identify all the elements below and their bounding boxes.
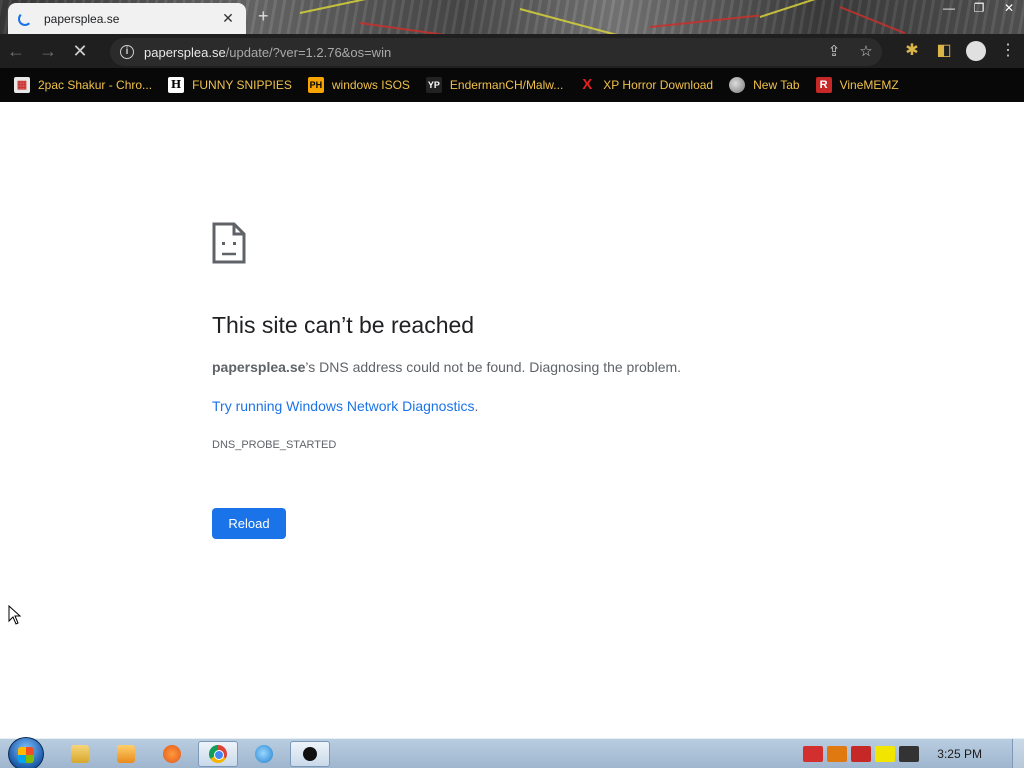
error-code: DNS_PROBE_STARTED <box>212 439 337 451</box>
bookmark-item[interactable]: R VineMEMZ <box>815 77 899 93</box>
bookmarks-bar: ▦ 2pac Shakur - Chro... H FUNNY SNIPPIES… <box>0 68 1024 102</box>
url-path: /update/?ver=1.2.76&os=win <box>225 44 392 60</box>
bookmark-label: 2pac Shakur - Chro... <box>38 78 153 92</box>
bookmark-label: XP Horror Download <box>603 78 714 92</box>
bookmark-label: EndermanCH/Malw... <box>449 78 564 92</box>
paint-taskbar-button[interactable] <box>152 741 192 767</box>
ie-icon <box>255 745 273 763</box>
address-bar[interactable]: i papersplea.se/update/?ver=1.2.76&os=wi… <box>110 38 882 66</box>
bookmark-item[interactable]: PH windows ISOS <box>307 77 410 93</box>
diagnostics-line: Try running Windows Network Diagnostics. <box>212 398 478 414</box>
diagnostics-period: . <box>474 398 479 414</box>
bookmark-label: New Tab <box>753 78 800 92</box>
forward-button[interactable]: → <box>32 35 64 67</box>
bookmark-item[interactable]: New Tab <box>729 77 800 93</box>
system-tray: 3:25 PM <box>803 739 1024 768</box>
bookmark-item[interactable]: YP EndermanCH/Malw... <box>425 77 564 93</box>
bookmark-item[interactable]: X XP Horror Download <box>579 77 713 93</box>
window-controls: — ❐ ✕ <box>934 0 1024 18</box>
browser-toolbar: ← → ✕ i papersplea.se/update/?ver=1.2.76… <box>0 34 1024 68</box>
browser-titlebar: papersplea.se ✕ + — ❐ ✕ <box>0 0 1024 34</box>
globe-icon <box>729 77 746 93</box>
error-host: papersplea.se <box>212 359 306 375</box>
bookmark-label: VineMEMZ <box>839 78 899 92</box>
record-icon <box>303 747 317 761</box>
bookmark-label: windows ISOS <box>331 78 410 92</box>
error-description-text: ’s DNS address could not be found. Diagn… <box>305 359 682 375</box>
store-icon: ▦ <box>14 77 30 93</box>
tray-icon[interactable] <box>827 746 848 762</box>
bookmark-star-icon[interactable]: ☆ <box>850 38 882 66</box>
new-tab-button[interactable]: + <box>258 6 269 27</box>
error-page: This site can’t be reached papersplea.se… <box>0 102 1024 738</box>
bookmark-label: FUNNY SNIPPIES <box>192 78 292 92</box>
browser-tab[interactable]: papersplea.se ✕ <box>8 3 246 34</box>
url-text[interactable]: papersplea.se/update/?ver=1.2.76&os=win <box>144 45 391 60</box>
profile-avatar-icon[interactable] <box>960 34 992 68</box>
media-player-taskbar-button[interactable] <box>106 741 146 767</box>
r-icon: R <box>815 77 832 93</box>
error-title: This site can’t be reached <box>212 312 475 338</box>
tray-icon[interactable] <box>875 746 896 762</box>
media-icon <box>117 745 135 763</box>
chrome-taskbar-button[interactable] <box>198 741 238 767</box>
minimize-button[interactable]: — <box>934 0 964 18</box>
tab-title: papersplea.se <box>44 11 120 26</box>
tray-icon[interactable] <box>803 746 824 762</box>
sad-document-icon <box>212 222 246 264</box>
reload-button[interactable]: Reload <box>212 508 286 539</box>
windows-taskbar: 3:25 PM <box>0 737 1024 768</box>
url-host: papersplea.se <box>144 44 226 60</box>
network-diagnostics-link[interactable]: Try running Windows Network Diagnostics <box>212 398 474 414</box>
side-panel-icon[interactable]: ◧ <box>928 34 960 68</box>
yp-icon: YP <box>425 77 442 93</box>
tray-icon[interactable] <box>851 746 872 762</box>
mouse-cursor-icon <box>8 605 22 625</box>
taskbar-clock[interactable]: 3:25 PM <box>937 747 982 761</box>
stop-loading-button[interactable]: ✕ <box>64 35 96 67</box>
h-icon: H <box>168 77 185 93</box>
extensions-icon[interactable]: ✱ <box>896 34 928 68</box>
site-info-icon[interactable]: i <box>120 45 134 59</box>
screen: papersplea.se ✕ + — ❐ ✕ ← → ✕ i paperspl… <box>0 0 1024 768</box>
x-icon: X <box>582 76 593 93</box>
tab-close-icon[interactable]: ✕ <box>220 10 236 27</box>
ie-taskbar-button[interactable] <box>244 741 284 767</box>
bookmark-item[interactable]: H FUNNY SNIPPIES <box>168 77 292 93</box>
paint-icon <box>163 745 181 763</box>
windows-logo-icon <box>18 747 34 763</box>
tray-icon[interactable] <box>899 746 920 762</box>
error-description: papersplea.se’s DNS address could not be… <box>212 359 681 375</box>
folder-icon <box>71 745 89 763</box>
bookmark-item[interactable]: ▦ 2pac Shakur - Chro... <box>14 77 152 93</box>
browser-menu-icon[interactable]: ⋮ <box>992 34 1024 68</box>
share-icon[interactable]: ⇪ <box>818 38 850 66</box>
chrome-icon <box>209 745 227 763</box>
explorer-taskbar-button[interactable] <box>60 741 100 767</box>
show-desktop-button[interactable] <box>1012 739 1024 768</box>
back-button[interactable]: ← <box>0 35 32 67</box>
loading-spinner-icon <box>18 11 32 26</box>
window-close-button[interactable]: ✕ <box>994 0 1024 18</box>
recorder-taskbar-button[interactable] <box>290 741 330 767</box>
start-button[interactable] <box>8 737 44 768</box>
ph-icon: PH <box>307 77 324 93</box>
maximize-button[interactable]: ❐ <box>964 0 994 18</box>
